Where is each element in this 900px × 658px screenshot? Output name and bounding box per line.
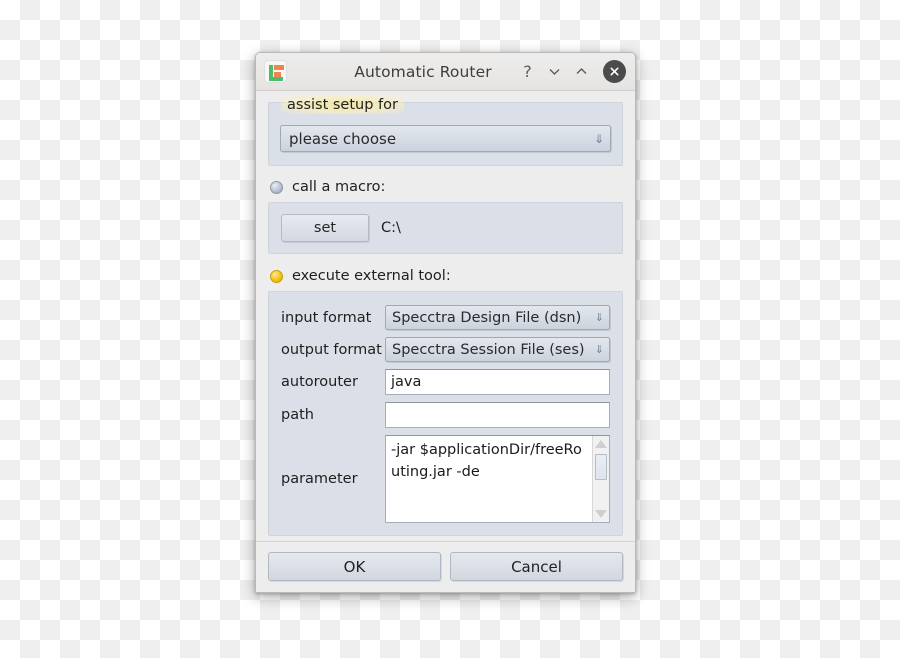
parameter-value: -jar $applicationDir/freeRouting.jar -de (391, 442, 582, 480)
radio-execute-external-tool[interactable]: execute external tool: (268, 268, 623, 284)
field-row-input-format: input format Specctra Design File (dsn) … (281, 305, 610, 330)
cancel-button[interactable]: Cancel (450, 552, 623, 581)
dialog-body: assist setup for please choose ⇓ call a … (256, 91, 635, 541)
field-row-path: path (281, 402, 610, 428)
assist-setup-select[interactable]: please choose ⇓ (280, 125, 611, 152)
parameter-scrollbar[interactable] (592, 436, 609, 522)
parameter-textarea[interactable]: -jar $applicationDir/freeRouting.jar -de (385, 435, 610, 523)
chevron-down-icon: ⇓ (593, 131, 604, 146)
autorouter-input[interactable]: java (385, 369, 610, 395)
chevron-up-icon[interactable] (573, 63, 590, 80)
chevron-down-icon: ⇓ (594, 343, 604, 356)
window-controls: ? (519, 60, 626, 83)
output-format-select[interactable]: Specctra Session File (ses) ⇓ (385, 337, 610, 362)
output-format-label: output format (281, 341, 382, 358)
assist-setup-label: assist setup for (281, 96, 404, 114)
autorouter-value: java (391, 374, 422, 390)
radio-button-icon[interactable] (270, 269, 283, 283)
app-logo-icon (264, 60, 287, 83)
scroll-down-arrow-icon[interactable] (593, 506, 609, 522)
parameter-label: parameter (281, 471, 358, 487)
set-button[interactable]: set (281, 214, 369, 242)
close-icon[interactable] (603, 60, 626, 83)
chevron-down-icon: ⇓ (594, 311, 604, 324)
window-title: Automatic Router (354, 62, 492, 81)
automatic-router-dialog: Automatic Router ? assist setup for plea… (255, 52, 636, 593)
input-format-value: Specctra Design File (dsn) (392, 309, 582, 326)
radio-button-icon[interactable] (270, 180, 283, 194)
scrollbar-track[interactable] (593, 452, 609, 506)
assist-setup-select-value: please choose (289, 129, 397, 148)
autorouter-label: autorouter (281, 374, 358, 390)
scrollbar-thumb[interactable] (595, 454, 607, 480)
chevron-down-icon[interactable] (546, 63, 563, 80)
macro-path-value: C:\ (381, 220, 401, 236)
macro-panel: set C:\ (268, 202, 623, 254)
radio-execute-external-tool-label: execute external tool: (292, 268, 451, 284)
radio-call-a-macro-label: call a macro: (292, 179, 386, 195)
field-row-autorouter: autorouter java (281, 369, 610, 395)
input-format-select[interactable]: Specctra Design File (dsn) ⇓ (385, 305, 610, 330)
scroll-up-arrow-icon[interactable] (593, 436, 609, 452)
path-label: path (281, 407, 314, 423)
ok-button[interactable]: OK (268, 552, 441, 581)
help-icon[interactable]: ? (519, 63, 536, 80)
assist-setup-panel: assist setup for please choose ⇓ (268, 96, 623, 166)
output-format-value: Specctra Session File (ses) (392, 341, 585, 358)
external-tool-panel: input format Specctra Design File (dsn) … (268, 291, 623, 536)
field-row-parameter: parameter -jar $applicationDir/freeRouti… (281, 435, 610, 523)
dialog-footer: OK Cancel (256, 541, 635, 592)
input-format-label: input format (281, 309, 372, 326)
title-bar[interactable]: Automatic Router ? (256, 53, 635, 91)
field-row-output-format: output format Specctra Session File (ses… (281, 337, 610, 362)
radio-call-a-macro[interactable]: call a macro: (268, 179, 623, 195)
path-input[interactable] (385, 402, 610, 428)
